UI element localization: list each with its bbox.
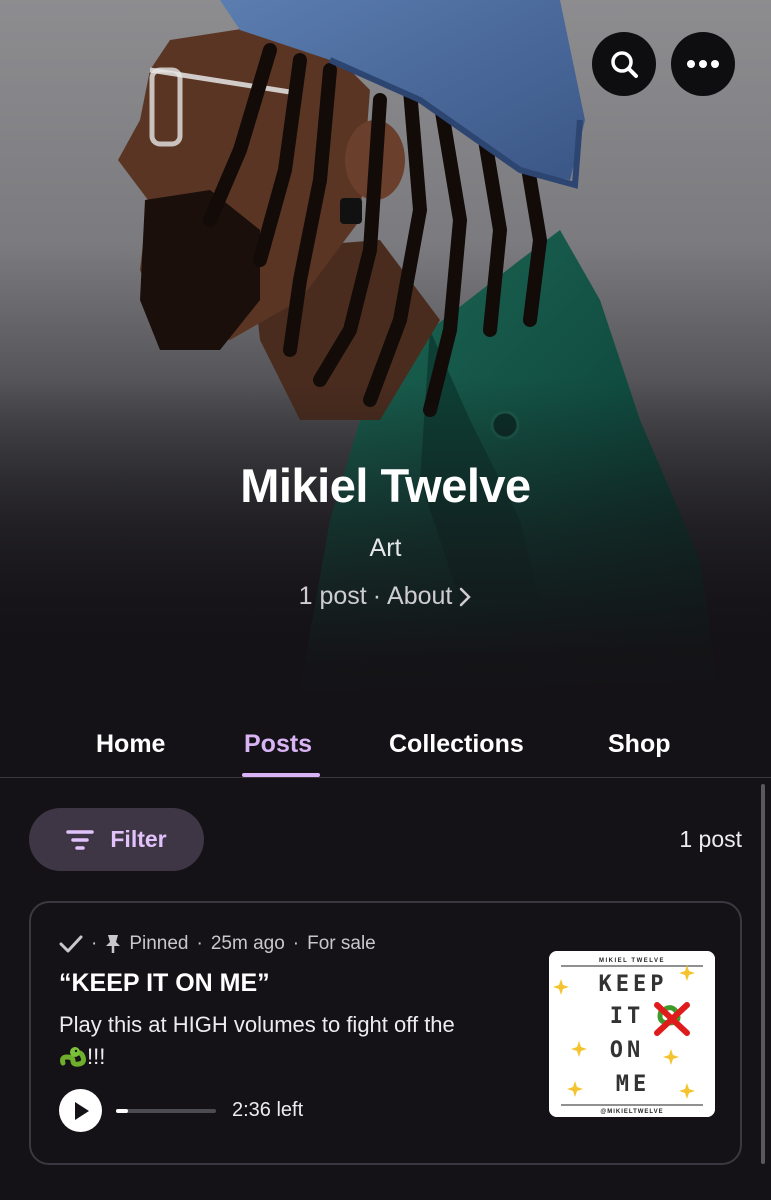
time-left: 2:36 left <box>232 1099 304 1121</box>
audio-progress-bar[interactable] <box>116 1108 216 1113</box>
pinned-label: Pinned <box>129 933 189 954</box>
post-description: Play this at HIGH volumes to fight off t… <box>59 1009 539 1073</box>
creator-category: Art <box>369 534 402 562</box>
creator-post-count: 1 post <box>298 582 367 610</box>
cover-art: MIKIEL TWELVE KEEP IT ON ME @MIKIELTWELV… <box>549 951 715 1117</box>
for-sale-label: For sale <box>307 933 376 954</box>
post-title[interactable]: “KEEP IT ON ME” <box>59 969 270 998</box>
scrollbar[interactable] <box>761 784 765 1164</box>
tab-home[interactable]: Home <box>96 730 165 759</box>
cover-word-4: ME <box>616 1072 651 1097</box>
post-meta: · Pinned · 25m ago · For sale <box>59 933 376 955</box>
profile-tabs: Home Posts Collections Shop <box>0 718 771 778</box>
filter-button[interactable]: Filter <box>29 808 204 871</box>
tab-shop[interactable]: Shop <box>608 730 671 759</box>
play-icon <box>74 1101 89 1120</box>
meta-dot: · <box>91 933 98 954</box>
post-count: 1 post <box>679 826 742 852</box>
snake-emoji-icon <box>60 1047 86 1067</box>
filter-icon <box>66 829 95 850</box>
cover-word-1: KEEP <box>599 972 668 997</box>
creator-name: Mikiel Twelve <box>240 459 531 512</box>
post-description-text: Play this at HIGH volumes to fight off t… <box>59 1012 455 1037</box>
creator-meta-row: 1 post · About <box>0 582 771 611</box>
hero-banner: Mikiel Twelve Art 1 post · About <box>0 0 771 700</box>
post-description-suffix: !!! <box>87 1044 106 1069</box>
search-button[interactable] <box>592 32 656 96</box>
about-link[interactable]: About <box>387 582 452 611</box>
tab-posts[interactable]: Posts <box>244 730 312 759</box>
meta-dot: · <box>196 933 203 954</box>
meta-separator: · <box>372 582 382 610</box>
cover-artist-header: MIKIEL TWELVE <box>599 958 665 964</box>
audio-progress-fill <box>116 1108 128 1113</box>
more-icon <box>687 60 719 68</box>
active-tab-indicator <box>242 773 320 777</box>
filter-label: Filter <box>110 826 167 852</box>
cover-word-2: IT <box>610 1004 645 1029</box>
play-button[interactable] <box>59 1089 102 1132</box>
cover-word-3: ON <box>610 1038 645 1063</box>
search-icon <box>611 51 638 78</box>
meta-dot: · <box>292 933 300 954</box>
pin-icon <box>106 935 121 953</box>
audio-player: 2:36 left <box>59 1089 303 1132</box>
tab-collections[interactable]: Collections <box>389 730 524 759</box>
post-card[interactable]: · Pinned · 25m ago · For sale “KEEP IT O… <box>29 901 742 1165</box>
post-time: 25m ago <box>210 933 285 954</box>
more-options-button[interactable] <box>671 32 735 96</box>
cover-handle: @MIKIELTWELVE <box>600 1109 663 1115</box>
chevron-right-icon <box>460 587 472 606</box>
post-thumbnail[interactable]: MIKIEL TWELVE KEEP IT ON ME @MIKIELTWELV… <box>549 951 715 1117</box>
check-icon <box>59 935 83 953</box>
